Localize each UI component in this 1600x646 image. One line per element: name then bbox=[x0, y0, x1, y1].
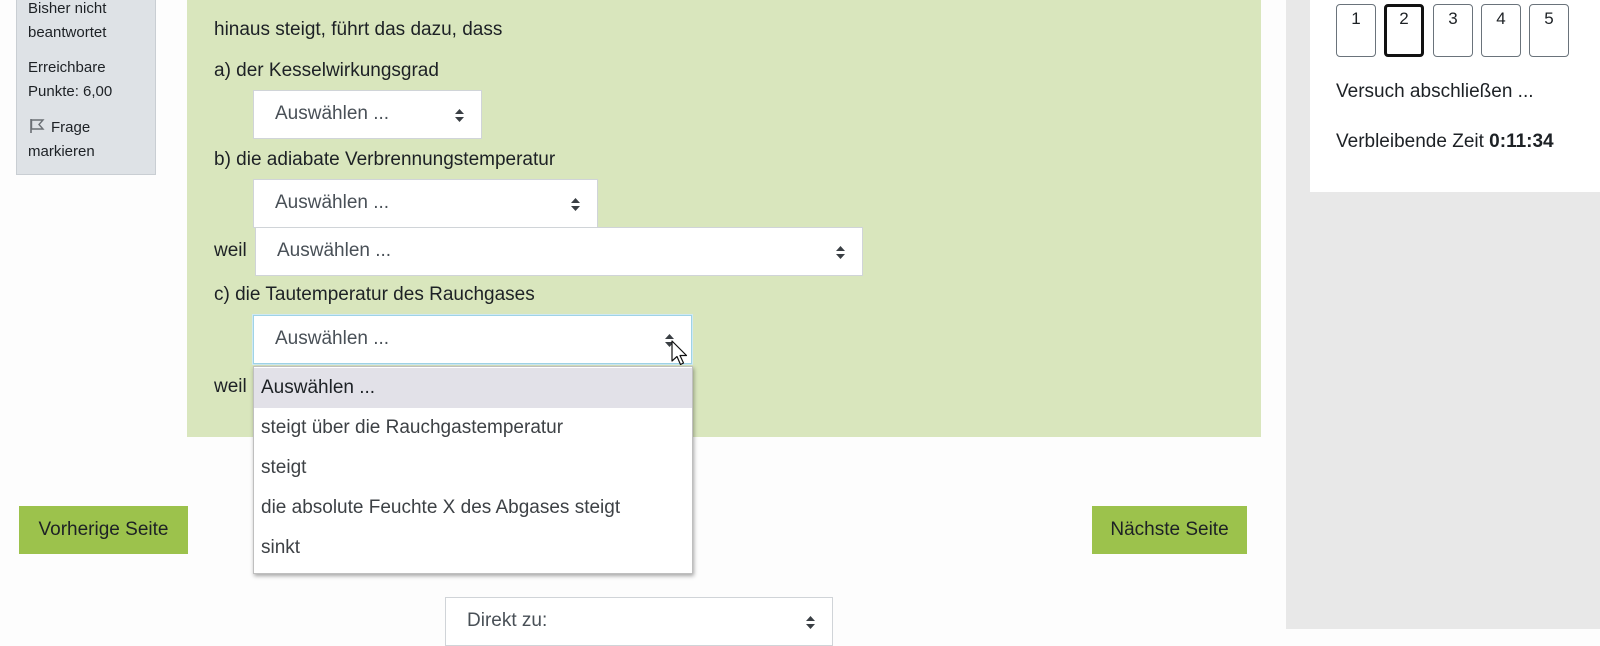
dropdown-option[interactable]: steigt bbox=[254, 448, 692, 488]
answer-select-b-reason[interactable]: Auswählen ... bbox=[255, 227, 863, 276]
select-arrows-icon bbox=[806, 616, 815, 629]
question-nav-button-3[interactable]: 3 bbox=[1433, 4, 1473, 57]
select-c-dropdown-list: Auswählen ... steigt über die Rauchgaste… bbox=[253, 366, 693, 574]
question-part-a-label: a) der Kesselwirkungsgrad bbox=[214, 60, 439, 81]
question-nav-button-4[interactable]: 4 bbox=[1481, 4, 1521, 57]
question-nav-number: 1 bbox=[1351, 9, 1361, 28]
previous-page-button[interactable]: Vorherige Seite bbox=[19, 506, 188, 554]
select-value: Auswählen ... bbox=[275, 103, 390, 124]
select-value: Auswählen ... bbox=[277, 240, 392, 261]
question-nav-button-1[interactable]: 1 bbox=[1336, 4, 1376, 57]
weil-label-c: weil bbox=[214, 376, 247, 397]
question-nav-button-5[interactable]: 5 bbox=[1529, 4, 1569, 57]
flag-icon bbox=[29, 118, 45, 134]
timer-value: 0:11:34 bbox=[1489, 131, 1554, 152]
time-remaining: Verbleibende Zeit 0:11:34 bbox=[1336, 128, 1554, 156]
question-info: Bisher nicht beantwortet Erreichbare Pun… bbox=[16, 0, 156, 175]
finish-attempt-link[interactable]: Versuch abschließen ... bbox=[1336, 78, 1534, 106]
weil-label-b: weil bbox=[214, 240, 247, 261]
question-intro-text: hinaus steigt, führt das dazu, dass bbox=[214, 19, 503, 40]
dropdown-option[interactable]: steigt über die Rauchgastemperatur bbox=[254, 408, 692, 448]
question-nav-button-2[interactable]: 2 bbox=[1384, 4, 1424, 57]
flag-question-toggle[interactable]: Frage markieren bbox=[28, 116, 153, 164]
dropdown-option[interactable]: die absolute Feuchte X des Abgases steig… bbox=[254, 488, 692, 528]
dropdown-option[interactable]: sinkt bbox=[254, 528, 692, 568]
select-value: Auswählen ... bbox=[275, 192, 390, 213]
answer-select-b[interactable]: Auswählen ... bbox=[253, 179, 598, 228]
select-arrows-icon bbox=[571, 198, 580, 211]
question-nav-number: 3 bbox=[1448, 9, 1458, 28]
question-state: Bisher nicht beantwortet bbox=[28, 0, 107, 41]
select-arrows-icon bbox=[836, 246, 845, 259]
select-value: Auswählen ... bbox=[275, 328, 390, 349]
jump-to-select[interactable]: Direkt zu: bbox=[445, 597, 833, 646]
timer-label: Verbleibende Zeit bbox=[1336, 131, 1484, 152]
question-nav-number: 4 bbox=[1496, 9, 1506, 28]
select-arrows-icon bbox=[665, 334, 674, 347]
answer-select-a[interactable]: Auswählen ... bbox=[253, 90, 482, 139]
question-part-c-label: c) die Tautemperatur des Rauchgases bbox=[214, 284, 535, 305]
answer-select-c[interactable]: Auswählen ... bbox=[253, 315, 692, 364]
question-nav-number: 2 bbox=[1399, 9, 1409, 28]
question-nav-number: 5 bbox=[1544, 9, 1554, 28]
select-arrows-icon bbox=[455, 109, 464, 122]
question-part-b-label: b) die adiabate Verbrennungstemperatur bbox=[214, 149, 556, 170]
question-grade: Erreichbare Punkte: 6,00 bbox=[28, 59, 113, 100]
dropdown-option[interactable]: Auswählen ... bbox=[254, 368, 692, 408]
next-page-button[interactable]: Nächste Seite bbox=[1092, 506, 1247, 554]
